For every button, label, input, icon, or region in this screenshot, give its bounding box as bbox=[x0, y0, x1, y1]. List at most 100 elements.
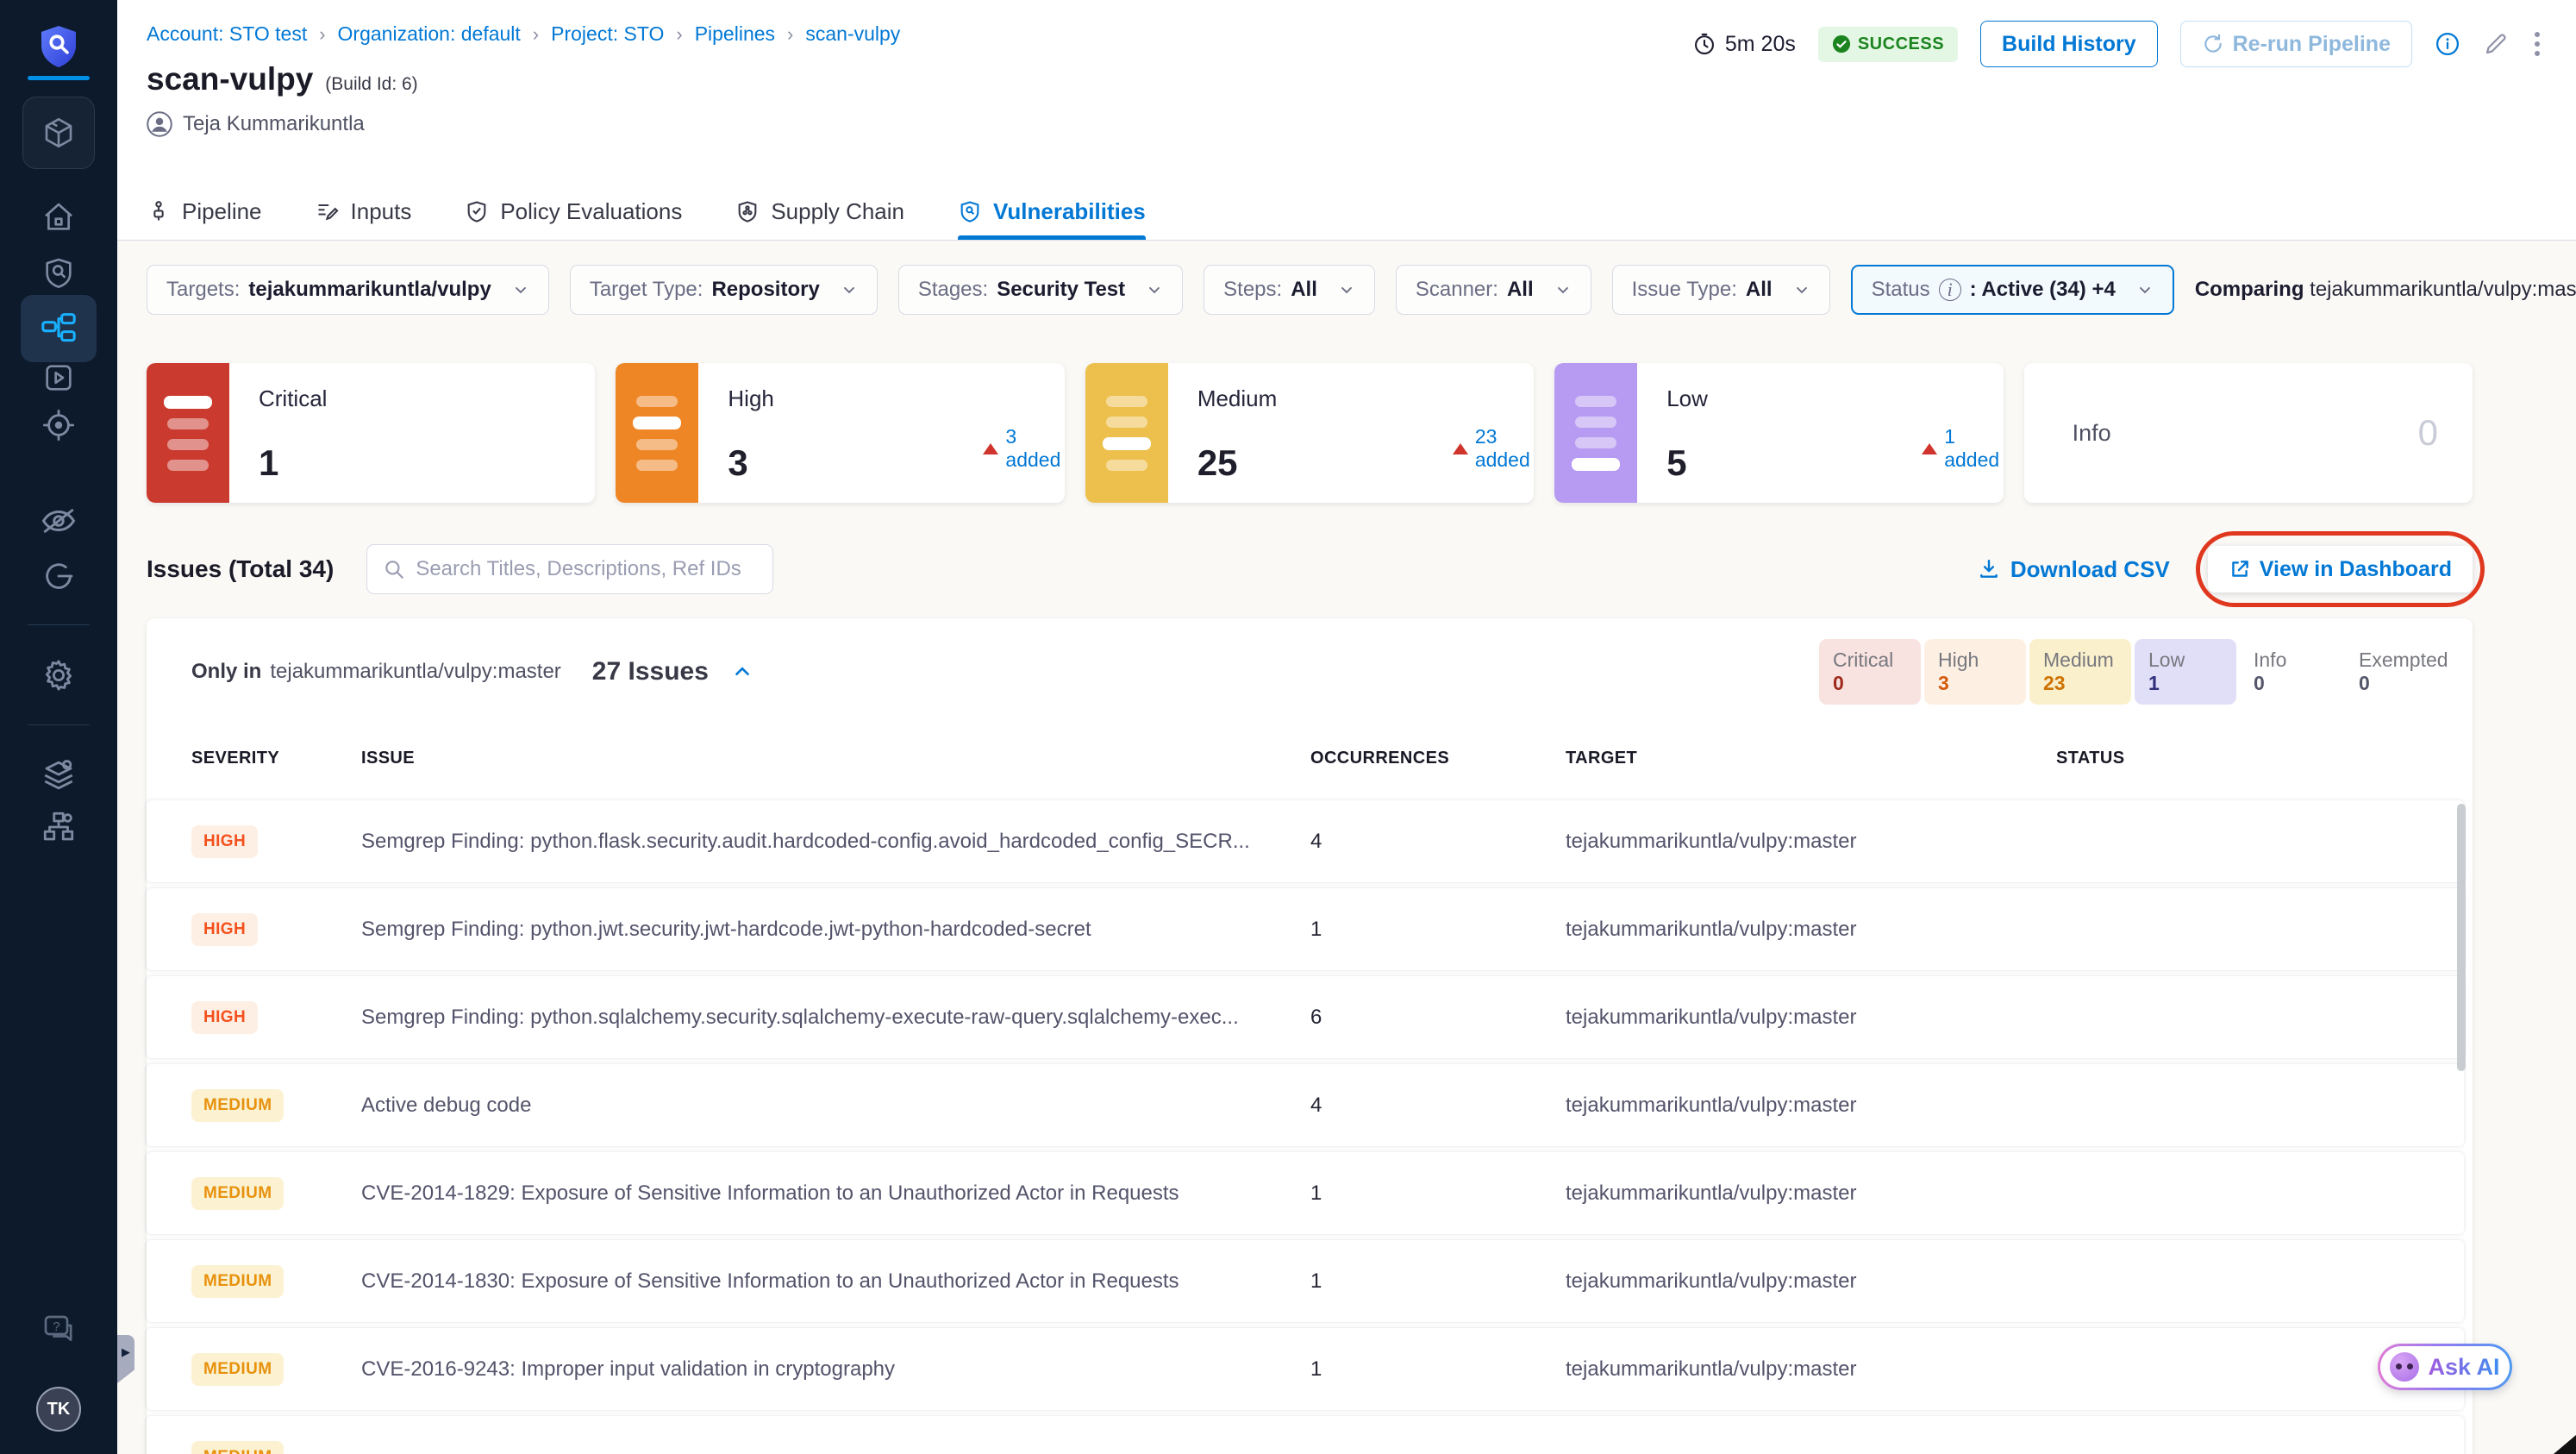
check-circle-icon bbox=[1832, 34, 1850, 53]
table-row[interactable]: HIGH Semgrep Finding: python.sqlalchemy.… bbox=[147, 976, 2464, 1058]
severity-badge: HIGH bbox=[191, 1000, 259, 1034]
chevron-down-icon bbox=[512, 281, 529, 298]
table-row[interactable]: MEDIUM bbox=[147, 1416, 2464, 1454]
table-row[interactable]: MEDIUM CVE-2014-1830: Exposure of Sensit… bbox=[147, 1240, 2464, 1322]
filter-dropdown[interactable]: Scanner: i All bbox=[1395, 265, 1591, 315]
issues-search[interactable] bbox=[366, 544, 774, 594]
shield-security-icon bbox=[960, 201, 979, 222]
filter-dropdown[interactable]: Status i : Active (34) +4 bbox=[1850, 265, 2174, 315]
table-row[interactable]: HIGH Semgrep Finding: python.jwt.securit… bbox=[147, 888, 2464, 970]
rerun-pipeline-button[interactable]: Re-run Pipeline bbox=[2179, 21, 2412, 67]
download-icon bbox=[1980, 560, 1998, 578]
occurrences-count: 1 bbox=[1310, 1181, 1322, 1205]
table-row[interactable]: MEDIUM Active debug code 4 tejakummariku… bbox=[147, 1064, 2464, 1146]
breadcrumb-separator: › bbox=[676, 22, 683, 45]
only-in-target: tejakummarikuntla/vulpy:master bbox=[270, 660, 561, 683]
severity-chip: Info 0 bbox=[2254, 649, 2287, 694]
only-in-count: 27 Issues bbox=[591, 657, 709, 686]
tab-pipeline[interactable]: Pipeline bbox=[147, 183, 262, 240]
sidebar-item-organizations[interactable] bbox=[41, 809, 77, 845]
pipeline-icon bbox=[153, 201, 164, 221]
execution-tabbar: Pipeline Inputs Policy Evaluations Suppl… bbox=[117, 183, 2576, 241]
breadcrumb-item[interactable]: Organization: default › bbox=[338, 22, 552, 46]
filter-dropdown[interactable]: Targets: i tejakummarikuntla/vulpy bbox=[147, 265, 549, 315]
breadcrumb-item[interactable]: Account: STO test › bbox=[147, 22, 338, 46]
tab-inputs[interactable]: Inputs bbox=[316, 183, 411, 240]
build-history-button[interactable]: Build History bbox=[1980, 21, 2158, 67]
breadcrumb-item[interactable]: Project: STO › bbox=[551, 22, 695, 46]
help-chat-icon[interactable]: ? bbox=[41, 1313, 76, 1347]
table-row[interactable]: MEDIUM CVE-2016-9243: Improper input val… bbox=[147, 1328, 2464, 1410]
info-icon[interactable] bbox=[2435, 31, 2460, 57]
severity-card: Low 5 1 added bbox=[1554, 363, 2004, 503]
sidebar-item-scans[interactable] bbox=[41, 255, 76, 290]
breadcrumb-separator: › bbox=[787, 22, 794, 45]
issue-title: Active debug code bbox=[361, 1093, 532, 1117]
table-row[interactable]: HIGH Semgrep Finding: python.flask.secur… bbox=[147, 800, 2464, 882]
breadcrumb-item[interactable]: Pipelines › bbox=[695, 22, 806, 46]
download-csv-button[interactable]: Download CSV bbox=[1978, 556, 2170, 583]
build-id-label: (Build Id: 6) bbox=[325, 74, 418, 94]
view-in-dashboard-button[interactable]: View in Dashboard bbox=[2207, 546, 2473, 592]
severity-badge: HIGH bbox=[191, 912, 259, 946]
target-name: tejakummarikuntla/vulpy:master bbox=[1566, 829, 1857, 853]
target-name: tejakummarikuntla/vulpy:master bbox=[1566, 1005, 1857, 1029]
sidebar-item-getting-started[interactable] bbox=[41, 559, 76, 593]
sidebar-item-exemptions[interactable] bbox=[41, 505, 77, 536]
chevron-down-icon bbox=[1146, 281, 1163, 298]
filter-dropdown[interactable]: Issue Type: i All bbox=[1611, 265, 1830, 315]
target-name: tejakummarikuntla/vulpy:master bbox=[1566, 1269, 1857, 1293]
chevron-down-icon bbox=[1338, 281, 1355, 298]
only-in-section-header: Only in tejakummarikuntla/vulpy:master 2… bbox=[147, 639, 2473, 705]
issues-table-body: HIGH Semgrep Finding: python.flask.secur… bbox=[147, 800, 2473, 1454]
severity-summary-cards: Critical 1 High 3 3 added Medium 25 23 a… bbox=[147, 363, 2473, 503]
build-duration: 5m 20s bbox=[1692, 32, 1796, 57]
issues-toolbar: Issues (Total 34) Download CSV bbox=[147, 531, 2485, 607]
edit-pipeline-icon[interactable] bbox=[2483, 31, 2509, 57]
severity-card: Info 0 bbox=[2023, 363, 2473, 503]
severity-card-count: 5 bbox=[1666, 442, 1687, 483]
tab-supply-chain[interactable]: Supply Chain bbox=[735, 183, 904, 240]
user-avatar[interactable]: TK bbox=[36, 1387, 81, 1432]
sidebar-item-settings[interactable] bbox=[41, 657, 77, 693]
tab-vulnerabilities[interactable]: Vulnerabilities bbox=[958, 183, 1146, 240]
sidebar-item-default-settings[interactable] bbox=[41, 757, 77, 793]
ask-ai-button[interactable]: Ask AI bbox=[2378, 1344, 2512, 1390]
table-row[interactable]: MEDIUM CVE-2014-1829: Exposure of Sensit… bbox=[147, 1152, 2464, 1234]
table-scrollbar[interactable] bbox=[2457, 804, 2466, 1071]
severity-badge: MEDIUM bbox=[191, 1352, 284, 1386]
module-selector-button[interactable] bbox=[22, 97, 95, 169]
ai-bot-icon bbox=[2390, 1352, 2420, 1382]
severity-card-label: Info bbox=[2072, 419, 2111, 446]
severity-chip: Low 1 bbox=[2135, 639, 2236, 705]
chevron-up-icon[interactable] bbox=[731, 661, 753, 683]
severity-band-icon bbox=[1554, 363, 1638, 503]
clock-icon bbox=[1694, 33, 1714, 55]
shield-check-icon bbox=[467, 201, 486, 222]
filter-dropdown[interactable]: Target Type: i Repository bbox=[569, 265, 878, 315]
sidebar-item-executions[interactable] bbox=[41, 360, 76, 395]
triangle-up-icon bbox=[1922, 442, 1938, 454]
issue-title: CVE-2014-1829: Exposure of Sensitive Inf… bbox=[361, 1181, 1179, 1205]
target-name: tejakummarikuntla/vulpy:master bbox=[1566, 1181, 1857, 1205]
search-input[interactable] bbox=[416, 557, 758, 581]
issue-title: CVE-2014-1830: Exposure of Sensitive Inf… bbox=[361, 1269, 1179, 1293]
issue-title: Semgrep Finding: python.sqlalchemy.secur… bbox=[361, 1005, 1239, 1029]
sto-logo-icon[interactable] bbox=[38, 24, 79, 69]
severity-band-icon bbox=[147, 363, 229, 503]
more-options-menu-icon[interactable] bbox=[2531, 28, 2543, 60]
tab-policy-evaluations[interactable]: Policy Evaluations bbox=[465, 183, 682, 240]
filter-dropdown[interactable]: Steps: i All bbox=[1204, 265, 1375, 315]
issue-title: CVE-2016-9243: Improper input validation… bbox=[361, 1357, 896, 1381]
sidebar-item-pipelines[interactable] bbox=[21, 295, 97, 362]
shield-nodes-icon bbox=[738, 201, 757, 222]
left-nav-sidebar: ? TK bbox=[0, 0, 117, 1454]
filter-dropdown[interactable]: Stages: i Security Test bbox=[897, 265, 1184, 315]
severity-band-icon bbox=[616, 363, 699, 503]
page-header: Account: STO test › Organization: default… bbox=[117, 0, 2576, 183]
chevron-down-icon bbox=[1554, 281, 1572, 298]
severity-added-delta: 3 added bbox=[983, 425, 1064, 472]
breadcrumb-item[interactable]: scan-vulpy› bbox=[805, 22, 900, 46]
sidebar-item-test-targets[interactable] bbox=[41, 407, 77, 443]
sidebar-item-home[interactable] bbox=[41, 200, 76, 235]
